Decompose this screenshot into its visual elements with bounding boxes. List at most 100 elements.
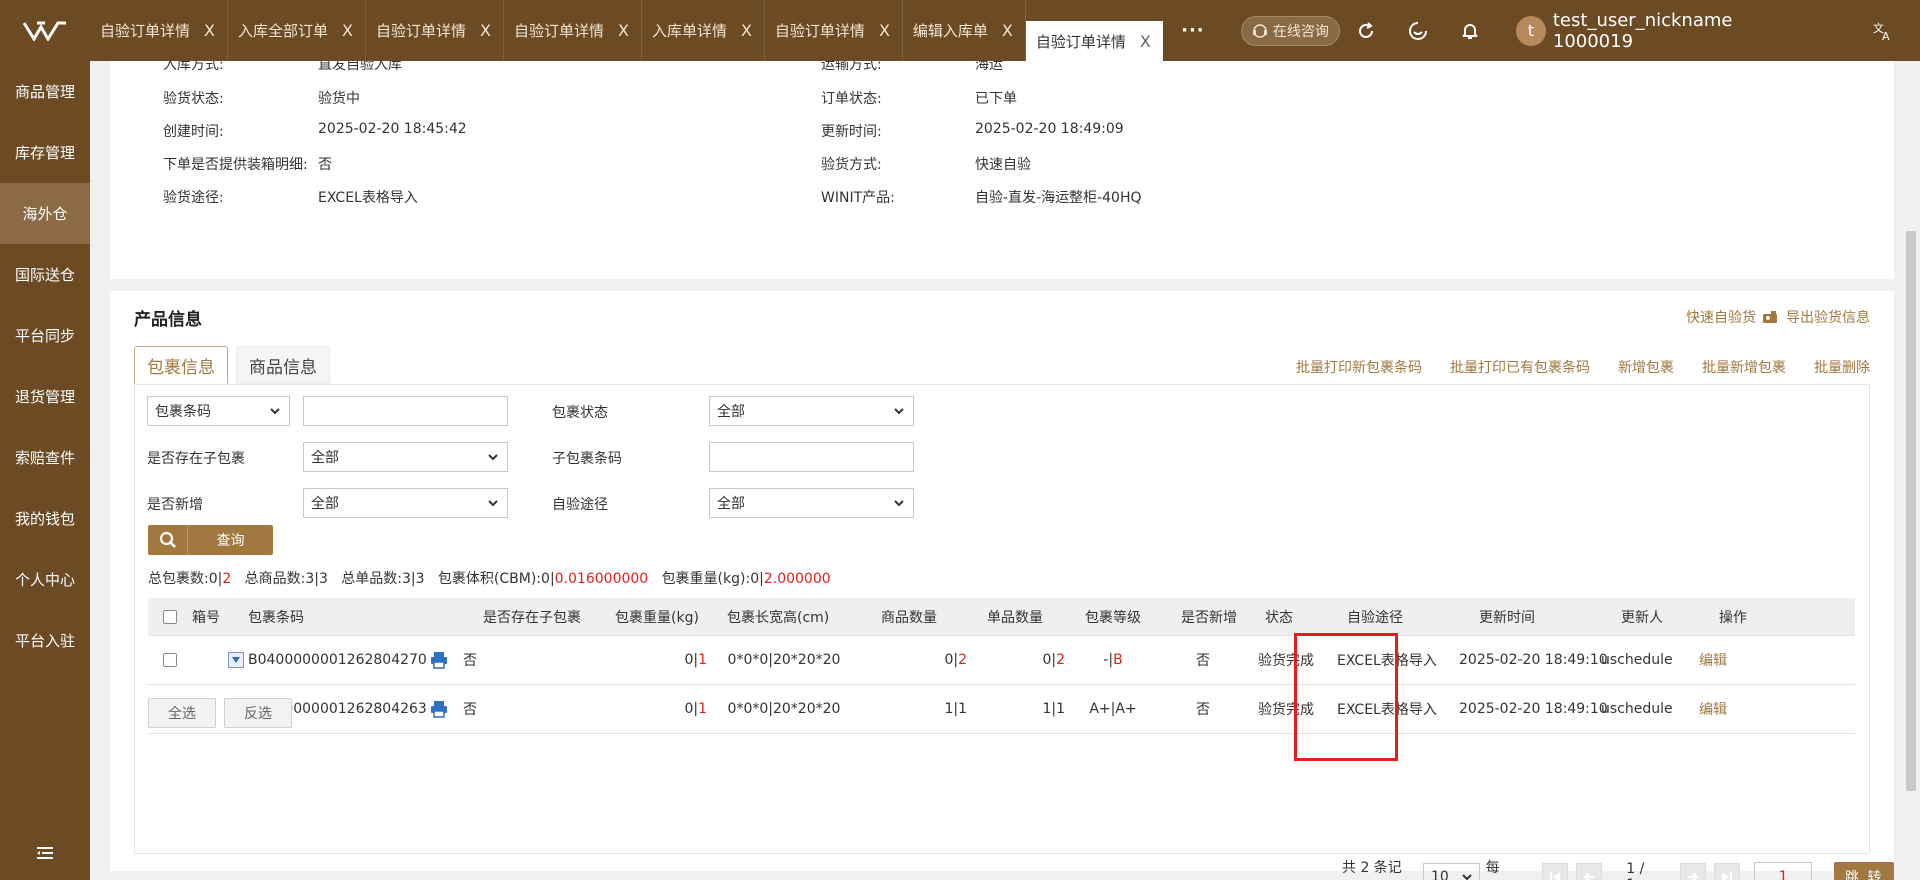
service-smile-icon[interactable]	[1392, 21, 1444, 41]
close-icon[interactable]: X	[342, 21, 353, 40]
child-barcode-input[interactable]	[709, 442, 914, 472]
tab-package-info[interactable]: 包裹信息	[134, 346, 228, 384]
edit-link[interactable]: 编辑	[1699, 650, 1727, 670]
search-icon	[148, 525, 188, 555]
export-verify-link[interactable]: 导出验货信息	[1786, 307, 1870, 327]
sidebar-item-4[interactable]: 平台同步	[0, 305, 90, 366]
tab-3[interactable]: 自验订单详情 X	[504, 0, 642, 61]
goods-a: 0	[944, 652, 954, 668]
chevron-down-icon	[1461, 874, 1472, 880]
info-label-left: 验货状态:	[163, 91, 224, 107]
info-value-right: 海运	[975, 61, 1003, 73]
tab-5[interactable]: 自验订单详情 X	[765, 0, 903, 61]
close-icon[interactable]: X	[1140, 32, 1151, 51]
total-packages-a: 0	[208, 571, 218, 587]
next-page-icon[interactable]	[1679, 863, 1706, 880]
camera-icon	[1763, 311, 1777, 323]
table-header: 箱号 包裹条码 是否存在子包裹 包裹重量(kg) 包裹长宽高(cm) 商品数量 单品数量 包裹…	[148, 598, 1855, 636]
close-icon[interactable]: X	[1002, 21, 1013, 40]
sidebar-item-5[interactable]: 退货管理	[0, 366, 90, 427]
barcode-type-select[interactable]: 包裹条码	[147, 396, 290, 426]
avatar: t	[1515, 15, 1546, 46]
top-bar: 自验订单详情 X 入库全部订单 X 自验订单详情 X 自验订单详情 X 入库单详情 X 自验订单详情…	[0, 0, 1920, 61]
total-packages-label: 总包裹数:	[148, 571, 209, 587]
sidebar-item-3[interactable]: 国际送仓	[0, 244, 90, 305]
refresh-icon[interactable]	[1340, 21, 1392, 41]
page-number-input[interactable]: 1	[1754, 862, 1813, 880]
updater: uschedule	[1601, 652, 1673, 668]
table-row: B0400000001262804270 否 0 | 1 0*0*0|20*20*20 0 |…	[148, 636, 1855, 685]
quick-verify-link[interactable]: 快速自验货	[1686, 307, 1756, 327]
total-goods-a: 3	[305, 571, 315, 587]
sidebar-item-2[interactable]: 海外仓	[0, 183, 90, 244]
grade-b: A+	[1115, 701, 1137, 717]
package-action-1[interactable]: 批量打印已有包裹条码	[1450, 357, 1590, 377]
prev-page-icon[interactable]	[1576, 863, 1603, 880]
sidebar-item-9[interactable]: 平台入驻	[0, 610, 90, 671]
tab-0[interactable]: 自验订单详情 X	[90, 0, 228, 61]
summary-line: 总包裹数:0|2 总商品数:3|3 总单品数:3|3 包裹体积(CBM):0|0…	[148, 571, 831, 587]
user-menu[interactable]: t test_user_nickname 1000019	[1515, 10, 1732, 52]
online-consult-button[interactable]: 在线咨询	[1240, 15, 1340, 46]
print-icon[interactable]	[430, 651, 448, 669]
select-all-checkbox[interactable]	[163, 609, 177, 624]
close-icon[interactable]: X	[879, 21, 890, 40]
units-a: 1	[1042, 701, 1052, 717]
tab-goods-info[interactable]: 商品信息	[236, 346, 330, 384]
weight-b: 1	[698, 701, 707, 717]
sidebar-item-8[interactable]: 个人中心	[0, 549, 90, 610]
winit-logo[interactable]	[0, 0, 90, 61]
tab-7[interactable]: 自验订单详情 X	[1025, 21, 1163, 61]
total-goods-label: 总商品数:	[244, 571, 306, 587]
package-action-0[interactable]: 批量打印新包裹条码	[1296, 357, 1422, 377]
has-child-label: 是否存在子包裹	[147, 451, 245, 467]
close-icon[interactable]: X	[741, 21, 752, 40]
has-child-select[interactable]: 全部	[303, 442, 508, 472]
sidebar-item-7[interactable]: 我的钱包	[0, 488, 90, 549]
collapse-menu-icon[interactable]	[37, 846, 53, 864]
info-value-left: 验货中	[318, 91, 360, 107]
weight-a: 0	[684, 652, 694, 668]
updated-time: 2025-02-20 18:49:10	[1459, 652, 1608, 668]
info-value-left: 直发自验入库	[318, 61, 402, 73]
tab-1[interactable]: 入库全部订单 X	[228, 0, 366, 61]
tab-2[interactable]: 自验订单详情 X	[366, 0, 504, 61]
sidebar-item-6[interactable]: 索赔查件	[0, 427, 90, 488]
select-all-button[interactable]: 全选	[148, 698, 216, 728]
is-new-select[interactable]: 全部	[303, 488, 508, 518]
invert-selection-button[interactable]: 反选	[224, 698, 292, 728]
has-child-value: 全部	[311, 450, 339, 466]
sidebar-item-0[interactable]: 商品管理	[0, 61, 90, 122]
language-icon[interactable]: 文A	[1872, 20, 1894, 46]
package-action-4[interactable]: 批量删除	[1814, 357, 1870, 377]
more-tabs-icon[interactable]: ···	[1163, 0, 1223, 61]
print-icon[interactable]	[430, 700, 448, 718]
close-icon[interactable]: X	[618, 21, 629, 40]
product-section-title: 产品信息	[134, 310, 202, 330]
page-size-select[interactable]: 10	[1422, 863, 1480, 880]
bell-icon[interactable]	[1444, 21, 1496, 41]
jump-button[interactable]: 跳 转	[1834, 862, 1894, 880]
edit-link[interactable]: 编辑	[1699, 699, 1727, 719]
verify-route-select[interactable]: 全部	[709, 488, 914, 518]
package-action-2[interactable]: 新增包裹	[1618, 357, 1674, 377]
info-value-right: 快速自验	[975, 157, 1031, 173]
barcode-type-value: 包裹条码	[155, 404, 211, 420]
weight-label: 包裹重量(kg):	[661, 571, 751, 587]
expand-row-icon[interactable]	[228, 652, 244, 668]
barcode-input[interactable]	[303, 396, 508, 426]
tab-6[interactable]: 编辑入库单 X	[903, 0, 1026, 61]
query-button[interactable]: 查询	[148, 525, 273, 555]
close-icon[interactable]: X	[204, 21, 215, 40]
row-checkbox[interactable]	[163, 653, 177, 667]
tab-4[interactable]: 入库单详情 X	[642, 0, 765, 61]
scrollbar-thumb[interactable]	[1906, 231, 1916, 791]
package-action-3[interactable]: 批量新增包裹	[1702, 357, 1786, 377]
column-header: 是否新增	[1181, 609, 1237, 626]
first-page-icon[interactable]	[1541, 863, 1568, 880]
info-label-left: 验货途径:	[163, 190, 224, 206]
last-page-icon[interactable]	[1713, 863, 1741, 880]
package-status-select[interactable]: 全部	[709, 396, 914, 426]
sidebar-item-1[interactable]: 库存管理	[0, 122, 90, 183]
close-icon[interactable]: X	[480, 21, 491, 40]
